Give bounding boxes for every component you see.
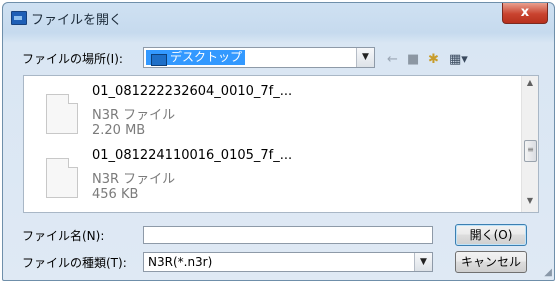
- file-icon: [46, 94, 78, 134]
- filename-label: ファイル名(N):: [22, 229, 105, 243]
- file-type: N3R ファイル: [92, 172, 176, 187]
- open-file-dialog: ファイルを開く x ファイルの場所(I): デスクトップ ▼ ← ■ ✱ ▦▾ …: [2, 2, 555, 281]
- up-folder-icon[interactable]: ■: [407, 53, 419, 67]
- filetype-label: ファイルの種類(T):: [22, 256, 127, 270]
- location-value: デスクトップ: [170, 50, 243, 64]
- desktop-icon: [151, 54, 167, 66]
- close-button[interactable]: x: [502, 3, 548, 24]
- filetype-value: N3R(*.n3r): [148, 255, 213, 269]
- cancel-button[interactable]: キャンセル: [455, 251, 527, 273]
- filetype-dropdown[interactable]: N3R(*.n3r) ▼: [143, 252, 433, 272]
- chevron-down-icon[interactable]: ▼: [356, 48, 374, 67]
- file-type: N3R ファイル: [92, 108, 176, 123]
- back-arrow-icon[interactable]: ←: [387, 53, 398, 67]
- location-selected: デスクトップ: [146, 50, 246, 66]
- resize-grip-icon[interactable]: ◢: [544, 267, 552, 278]
- scroll-up-icon[interactable]: ▲: [522, 78, 538, 92]
- list-item[interactable]: 01_081224110016_0105_7f_... N3R ファイル 456…: [24, 144, 522, 206]
- view-menu-icon[interactable]: ▦▾: [449, 53, 468, 67]
- open-button[interactable]: 開く(O): [455, 224, 527, 246]
- file-list[interactable]: 01_081222232604_0010_7f_... N3R ファイル 2.2…: [23, 75, 539, 213]
- file-size: 2.20 MB: [92, 123, 146, 138]
- title-bar[interactable]: ファイルを開く x: [3, 3, 554, 33]
- window-title: ファイルを開く: [31, 13, 123, 28]
- scroll-down-icon[interactable]: ▼: [522, 196, 538, 210]
- file-name: 01_081224110016_0105_7f_...: [92, 148, 293, 163]
- file-name: 01_081222232604_0010_7f_...: [92, 84, 293, 99]
- file-icon: [46, 158, 78, 198]
- chevron-down-icon[interactable]: ▼: [414, 253, 432, 271]
- scroll-thumb[interactable]: ≡: [524, 140, 537, 162]
- list-item[interactable]: 01_081222232604_0010_7f_... N3R ファイル 2.2…: [24, 80, 522, 142]
- location-dropdown[interactable]: デスクトップ ▼: [143, 47, 375, 68]
- location-label: ファイルの場所(I):: [22, 52, 123, 66]
- new-folder-icon[interactable]: ✱: [428, 53, 439, 67]
- filename-input[interactable]: [143, 226, 433, 244]
- file-size: 456 KB: [92, 187, 139, 202]
- vertical-scrollbar[interactable]: ▲ ≡ ▼: [521, 76, 538, 212]
- app-icon: [11, 11, 27, 25]
